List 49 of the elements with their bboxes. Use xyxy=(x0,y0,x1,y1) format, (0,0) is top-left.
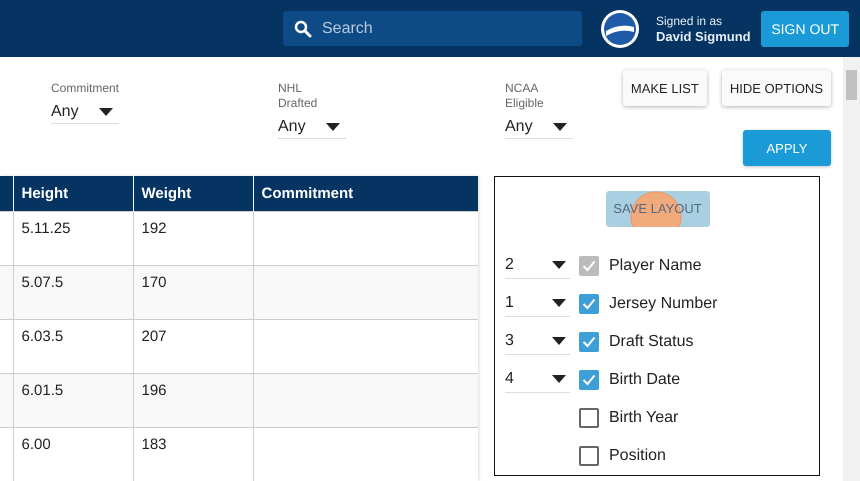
caret-icon xyxy=(552,261,566,269)
caret-icon xyxy=(99,108,113,116)
caret-icon xyxy=(553,123,567,131)
caret-icon xyxy=(552,375,566,383)
order-dropdown[interactable]: 3 xyxy=(505,328,570,354)
checkbox[interactable] xyxy=(579,294,599,314)
checkbox[interactable] xyxy=(579,332,599,352)
column-header[interactable]: Weight xyxy=(133,176,253,211)
user-name: David Sigmund xyxy=(656,28,751,44)
field-label: Jersey Number xyxy=(609,294,718,312)
header-cell xyxy=(0,176,13,211)
table-cell: 6.00 xyxy=(13,427,133,481)
order-dropdown[interactable]: 1 xyxy=(505,290,570,316)
checkbox[interactable] xyxy=(579,370,599,390)
search-field[interactable]: Search xyxy=(283,11,582,46)
field-label: Position xyxy=(609,446,666,464)
column-header[interactable]: Commitment xyxy=(253,176,478,211)
table-cell: 196 xyxy=(133,373,253,427)
filter-dropdown[interactable]: Any xyxy=(51,102,119,124)
table-cell: 170 xyxy=(133,265,253,319)
checkmark-icon xyxy=(582,374,596,386)
make-list-button[interactable]: MAKE LIST xyxy=(622,70,707,106)
filter-label: NCAA Eligible xyxy=(505,80,545,110)
caret-icon xyxy=(326,123,340,131)
search-icon xyxy=(294,20,312,38)
logo-icon xyxy=(600,8,640,48)
checkbox[interactable] xyxy=(579,446,599,466)
filter-label: NHL Drafted xyxy=(278,80,318,110)
table-cell: 5.07.5 xyxy=(13,265,133,319)
order-dropdown[interactable]: 4 xyxy=(505,366,570,392)
table-cell: 6.01.5 xyxy=(13,373,133,427)
table-cell: 183 xyxy=(133,427,253,481)
checkmark-icon xyxy=(582,298,596,310)
field-label: Draft Status xyxy=(609,332,694,350)
filter-label: Commitment xyxy=(51,80,120,96)
field-label: Birth Year xyxy=(609,408,678,426)
hide-options-button[interactable]: HIDE OPTIONS xyxy=(722,70,831,106)
column-header[interactable]: Height xyxy=(13,176,133,211)
signed-in-label: Signed in as xyxy=(656,12,724,28)
field-label: Player Name xyxy=(609,256,702,274)
caret-icon xyxy=(552,337,566,345)
filter-dropdown[interactable]: Any xyxy=(505,116,573,138)
caret-icon xyxy=(552,299,566,307)
filter-dropdown[interactable]: Any xyxy=(278,116,346,138)
checkmark-icon xyxy=(582,336,596,348)
checkmark-icon xyxy=(582,260,596,272)
scrollbar-thumb[interactable] xyxy=(846,70,857,100)
field-label: Birth Date xyxy=(609,370,680,388)
checkbox[interactable] xyxy=(579,408,599,428)
